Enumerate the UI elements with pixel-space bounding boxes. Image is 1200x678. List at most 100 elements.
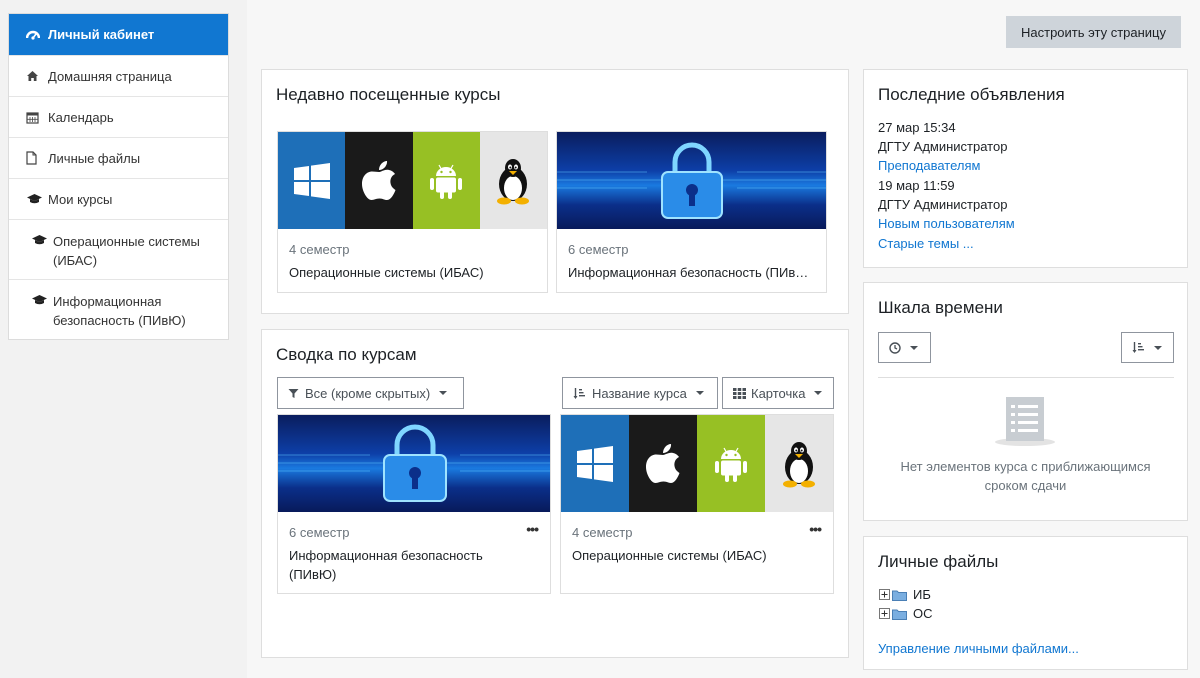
sidebar-item-label: Домашняя страница <box>48 68 172 84</box>
course-name[interactable]: Операционные системы (ИБАС) <box>572 546 767 565</box>
chevron-down-icon <box>910 345 918 350</box>
timeline-empty-message: Нет элементов курса с приближающимся сро… <box>864 457 1187 495</box>
course-overview-title: Сводка по курсам <box>276 345 417 364</box>
apple-logo-icon <box>629 415 697 512</box>
course-name-line: Информационная безопасность <box>289 548 483 563</box>
folder-tree-item[interactable]: ИБ <box>879 587 931 602</box>
sidebar-item-label: Личные файлы <box>48 150 141 166</box>
sort-icon <box>573 387 586 400</box>
older-topics-link[interactable]: Старые темы ... <box>878 236 974 251</box>
timeline-block: Шкала времени Нет элементов курса с приб… <box>863 282 1188 521</box>
folder-icon <box>892 589 907 601</box>
chevron-down-icon <box>695 391 704 395</box>
apple-logo-icon <box>345 132 413 229</box>
announcement-author: ДГТУ Администратор <box>878 197 1008 212</box>
view-label: Карточка <box>751 385 806 401</box>
course-semester: 6 семестр <box>568 242 629 257</box>
course-semester: 6 семестр <box>289 525 350 540</box>
course-card-security[interactable]: 6 семестр ••• Информационная безопасност… <box>277 414 551 594</box>
empty-message-line: Нет элементов курса с приближающимся <box>900 459 1151 474</box>
sidebar-item-label: Мои курсы <box>48 191 113 207</box>
course-overview-block: Сводка по курсам Все (кроме скрытых) Наз… <box>261 329 849 658</box>
sidebar-item-private-files[interactable]: Личные файлы <box>9 137 228 178</box>
android-logo-icon <box>697 415 765 512</box>
announcement-author: ДГТУ Администратор <box>878 139 1008 154</box>
course-semester: 4 семестр <box>289 242 350 257</box>
folder-tree-item[interactable]: ОС <box>879 606 933 621</box>
filter-label: Все (кроме скрытых) <box>305 385 431 401</box>
course-image-os <box>278 132 547 229</box>
windows-logo-icon <box>561 415 629 512</box>
sidebar-item-course-security[interactable]: Информационная безопасность (ПИвЮ) <box>9 279 228 339</box>
padlock-illustration-icon <box>557 142 826 219</box>
announcement-topic-link[interactable]: Новым пользователям <box>878 216 1015 231</box>
linux-tux-icon <box>765 415 833 512</box>
sidebar-item-my-courses[interactable]: Мои курсы <box>9 178 228 219</box>
calendar-icon <box>26 111 48 124</box>
sidebar-item-home[interactable]: Домашняя страница <box>9 55 228 96</box>
folder-label: ИБ <box>913 587 931 602</box>
chevron-down-icon <box>1154 345 1162 350</box>
view-dropdown[interactable]: Карточка <box>722 377 834 409</box>
grid-icon <box>733 387 746 399</box>
course-image-security <box>278 415 550 512</box>
sort-icon <box>1132 341 1145 354</box>
chevron-down-icon <box>814 391 823 395</box>
expand-icon[interactable] <box>879 589 890 600</box>
home-icon <box>26 70 48 82</box>
announcement-date: 19 мар 11:59 <box>878 178 955 193</box>
android-logo-icon <box>412 132 480 229</box>
manage-files-link[interactable]: Управление личными файлами... <box>878 641 1079 656</box>
course-menu-button[interactable]: ••• <box>809 521 822 537</box>
course-name[interactable]: Информационная безопасность (ПИвЮ) <box>289 546 483 584</box>
course-name[interactable]: Операционные системы (ИБАС) <box>289 263 484 282</box>
file-icon <box>26 151 48 165</box>
course-name[interactable]: Информационная безопасность (ПИв… <box>568 263 808 282</box>
filter-icon <box>288 388 299 399</box>
course-menu-button[interactable]: ••• <box>526 521 539 537</box>
sidebar-item-label: Личный кабинет <box>48 27 155 42</box>
timeline-sort-dropdown[interactable] <box>1121 332 1174 363</box>
dashboard-icon <box>26 28 48 42</box>
sidebar-item-label: Операционные системы (ИБАС) <box>53 234 200 268</box>
announcements-title: Последние объявления <box>878 85 1065 104</box>
customize-page-button[interactable]: Настроить эту страницу <box>1006 16 1181 48</box>
timeline-filter-dropdown[interactable] <box>878 332 931 363</box>
sort-dropdown[interactable]: Название курса <box>562 377 718 409</box>
graduation-cap-icon <box>31 292 53 306</box>
timeline-title: Шкала времени <box>878 298 1003 317</box>
expand-icon[interactable] <box>879 608 890 619</box>
chevron-down-icon <box>439 391 448 395</box>
course-card-os[interactable]: 4 семестр Операционные системы (ИБАС) <box>277 131 548 293</box>
announcement-topic-link[interactable]: Преподавателям <box>878 158 980 173</box>
course-semester: 4 семестр <box>572 525 633 540</box>
folder-label: ОС <box>913 606 933 621</box>
graduation-cap-icon <box>31 232 53 246</box>
folder-icon <box>892 608 907 620</box>
course-name-line: (ПИвЮ) <box>289 567 337 582</box>
private-files-block: Личные файлы ИБ ОС Управление личными фа… <box>863 536 1188 670</box>
sort-label: Название курса <box>592 385 687 401</box>
course-image-os <box>561 415 833 512</box>
sidebar-item-dashboard[interactable]: Личный кабинет <box>9 14 228 55</box>
private-files-title: Личные файлы <box>878 552 999 571</box>
course-image-security <box>557 132 826 229</box>
timeline-divider <box>878 377 1174 378</box>
sidebar-item-calendar[interactable]: Календарь <box>9 96 228 137</box>
padlock-illustration-icon <box>278 424 550 502</box>
course-card-security[interactable]: 6 семестр Информационная безопасность (П… <box>556 131 827 293</box>
announcement-date: 27 мар 15:34 <box>878 120 956 135</box>
recent-courses-block: Недавно посещенные курсы 4 семестр Опера… <box>261 69 849 314</box>
windows-logo-icon <box>278 132 346 229</box>
filter-dropdown[interactable]: Все (кроме скрытых) <box>277 377 464 409</box>
sidebar-nav: Личный кабинет Домашняя страница Календа… <box>8 13 229 340</box>
sidebar-item-course-os[interactable]: Операционные системы (ИБАС) <box>9 219 228 279</box>
course-card-os[interactable]: 4 семестр ••• Операционные системы (ИБАС… <box>560 414 834 594</box>
recent-courses-title: Недавно посещенные курсы <box>276 85 501 104</box>
empty-message-line: сроком сдачи <box>984 478 1067 493</box>
sidebar-item-label: Информационная безопасность (ПИвЮ) <box>53 294 186 328</box>
sidebar-item-label: Календарь <box>48 109 114 125</box>
graduation-cap-icon <box>26 193 48 205</box>
empty-list-icon <box>994 395 1056 450</box>
clock-icon <box>889 341 901 354</box>
